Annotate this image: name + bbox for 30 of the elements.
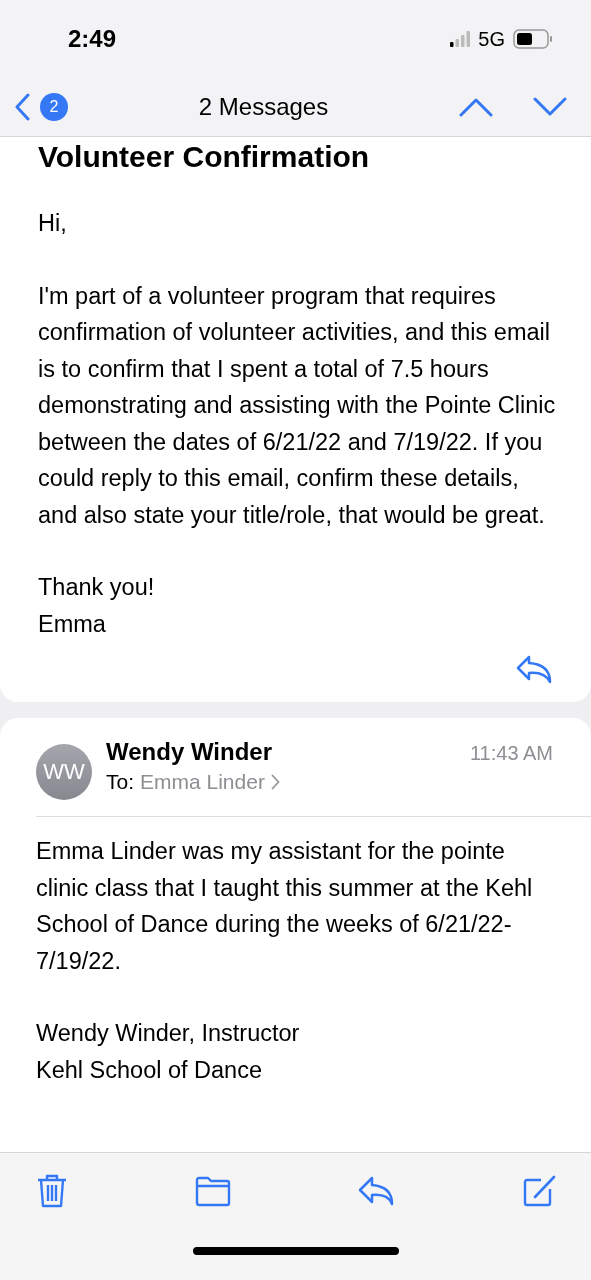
chevron-down-icon (533, 97, 567, 117)
email-paragraph: I'm part of a volunteer program that requires confirmation of volunteer activities, and this email is to confirm that I spent a total of 7.5 hours demonstrating and assisting with the Pointe Clinic between the dates of 6/21/22 and 7/19/22. If you could reply to this email, confirm these details, and also state your title/role, that would be great. (38, 281, 557, 530)
sender-avatar: WW (36, 744, 92, 800)
email-paragraph: Hi, (38, 209, 68, 238)
recipient-link[interactable]: Emma Linder (140, 770, 265, 794)
battery-icon (513, 29, 553, 49)
chevron-up-icon (459, 97, 493, 117)
network-label: 5G (478, 27, 505, 51)
reply-button[interactable] (515, 654, 553, 684)
email-paragraph: Emma Linder was my assistant for the pointe clinic class that I taught this summer at the Kehl School of Dance during the weeks of 6/21/22-7/19/22. (36, 837, 534, 976)
email-paragraph: Thank you! Emma (38, 573, 156, 639)
chevron-right-icon (270, 774, 280, 790)
email-subject: Volunteer Confirmation (38, 139, 371, 175)
next-message-button[interactable] (533, 97, 567, 117)
signal-icon (450, 31, 471, 47)
to-label: To: (106, 770, 134, 794)
previous-message-button[interactable] (459, 97, 493, 117)
message-time: 11:43 AM (469, 742, 553, 765)
email-paragraph: Wendy Winder, Instructor Kehl School of Dance (36, 1019, 301, 1085)
reply-icon (515, 654, 553, 684)
nav-title: 2 Messages (197, 93, 330, 121)
folder-icon (193, 1175, 232, 1207)
trash-button[interactable] (36, 1173, 68, 1209)
unread-badge: 2 (40, 93, 68, 121)
status-time: 2:49 (68, 25, 117, 53)
reply-icon (357, 1175, 396, 1207)
back-button[interactable] (14, 93, 30, 121)
sender-name: Wendy Winder (106, 738, 273, 766)
trash-icon (36, 1173, 68, 1209)
back-icon (14, 93, 30, 121)
